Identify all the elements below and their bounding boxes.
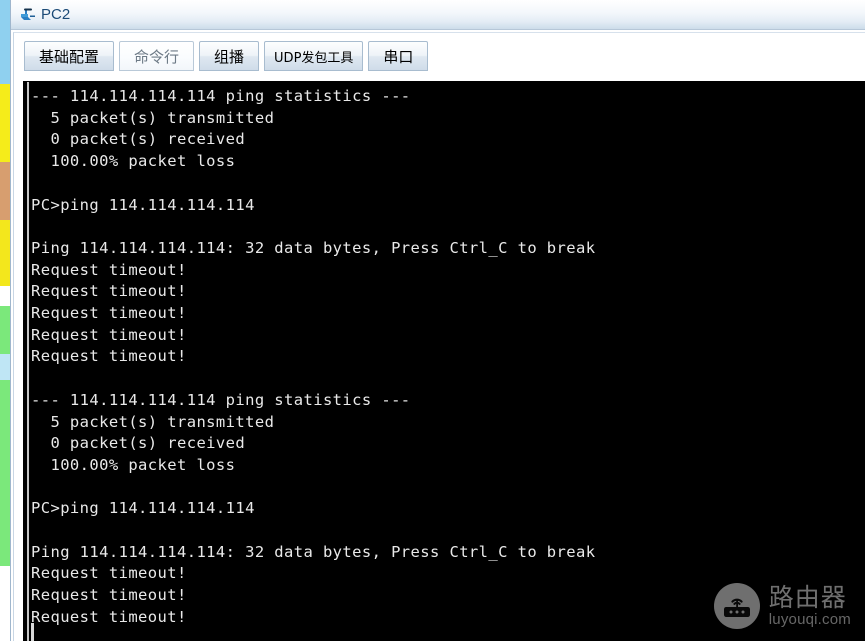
background-band — [0, 354, 10, 380]
terminal-line: 100.00% packet loss — [31, 152, 236, 171]
terminal-line: 0 packet(s) received — [31, 130, 246, 149]
tab-label: 串口 — [383, 47, 414, 66]
terminal-line: Ping 114.114.114.114: 32 data bytes, Pre… — [31, 238, 596, 257]
background-band — [0, 162, 10, 220]
terminal-line: Request timeout! — [31, 347, 187, 366]
watermark-text: 路由器 luyouqi.com — [768, 582, 851, 628]
terminal-line: Request timeout! — [31, 564, 187, 583]
terminal-line: PC>ping 114.114.114.114 — [31, 195, 255, 214]
terminal-line: Ping 114.114.114.114: 32 data bytes, Pre… — [31, 542, 596, 561]
window-client-area: 基础配置 命令行 组播 UDP发包工具 串口 --- 114.114.114.114 p… — [13, 32, 865, 641]
terminal-line: PC>ping 114.114.114.114 — [31, 499, 255, 518]
terminal-line: 0 packet(s) received — [31, 434, 246, 453]
tab-udp-packet-tool[interactable]: UDP发包工具 — [264, 41, 364, 71]
terminal-line: Request timeout! — [31, 282, 187, 301]
terminal-line: --- 114.114.114.114 ping statistics --- — [31, 87, 411, 105]
background-band — [0, 220, 10, 286]
tab-label: 命令行 — [134, 47, 180, 66]
background-band — [0, 84, 10, 162]
watermark-title: 路由器 — [768, 582, 847, 612]
watermark: 路由器 luyouqi.com — [713, 582, 851, 629]
background-band — [0, 306, 10, 354]
terminal-output: --- 114.114.114.114 ping statistics --- … — [23, 82, 865, 641]
background-band — [0, 380, 10, 566]
pc2-window: PC2 基础配置 命令行 组播 UDP发包工具 串口 --- 114.114.114.1… — [10, 0, 865, 641]
pc-device-icon — [21, 8, 35, 20]
tab-label: 组播 — [214, 47, 245, 66]
tab-label: 基础配置 — [39, 47, 100, 66]
terminal-line: --- 114.114.114.114 ping statistics --- — [31, 390, 411, 409]
terminal-line: 100.00% packet loss — [31, 455, 236, 474]
tab-multicast[interactable]: 组播 — [199, 41, 260, 71]
tab-label: UDP发包工具 — [274, 50, 354, 66]
terminal-line: 5 packet(s) transmitted — [31, 108, 275, 127]
background-band — [0, 0, 10, 84]
background-band — [0, 286, 10, 306]
screenshot-root: PC2 基础配置 命令行 组播 UDP发包工具 串口 --- 114.114.114.1… — [0, 0, 865, 641]
tab-command-line[interactable]: 命令行 — [119, 41, 195, 71]
tab-basic-config[interactable]: 基础配置 — [24, 41, 115, 71]
background-page-strip — [0, 0, 10, 641]
window-titlebar: PC2 — [11, 0, 865, 30]
terminal-line: 5 packet(s) transmitted — [31, 412, 275, 431]
watermark-domain: luyouqi.com — [768, 610, 851, 628]
tab-serial-port[interactable]: 串口 — [368, 41, 429, 71]
background-band — [0, 566, 10, 641]
terminal-caret — [31, 623, 34, 641]
window-title: PC2 — [41, 6, 71, 23]
command-line-terminal[interactable]: --- 114.114.114.114 ping statistics --- … — [23, 81, 865, 641]
tab-strip: 基础配置 命令行 组播 UDP发包工具 串口 — [14, 33, 865, 79]
terminal-line: Request timeout! — [31, 304, 187, 323]
router-icon — [713, 583, 760, 629]
terminal-line: Request timeout! — [31, 260, 187, 279]
terminal-line: Request timeout! — [31, 325, 187, 344]
